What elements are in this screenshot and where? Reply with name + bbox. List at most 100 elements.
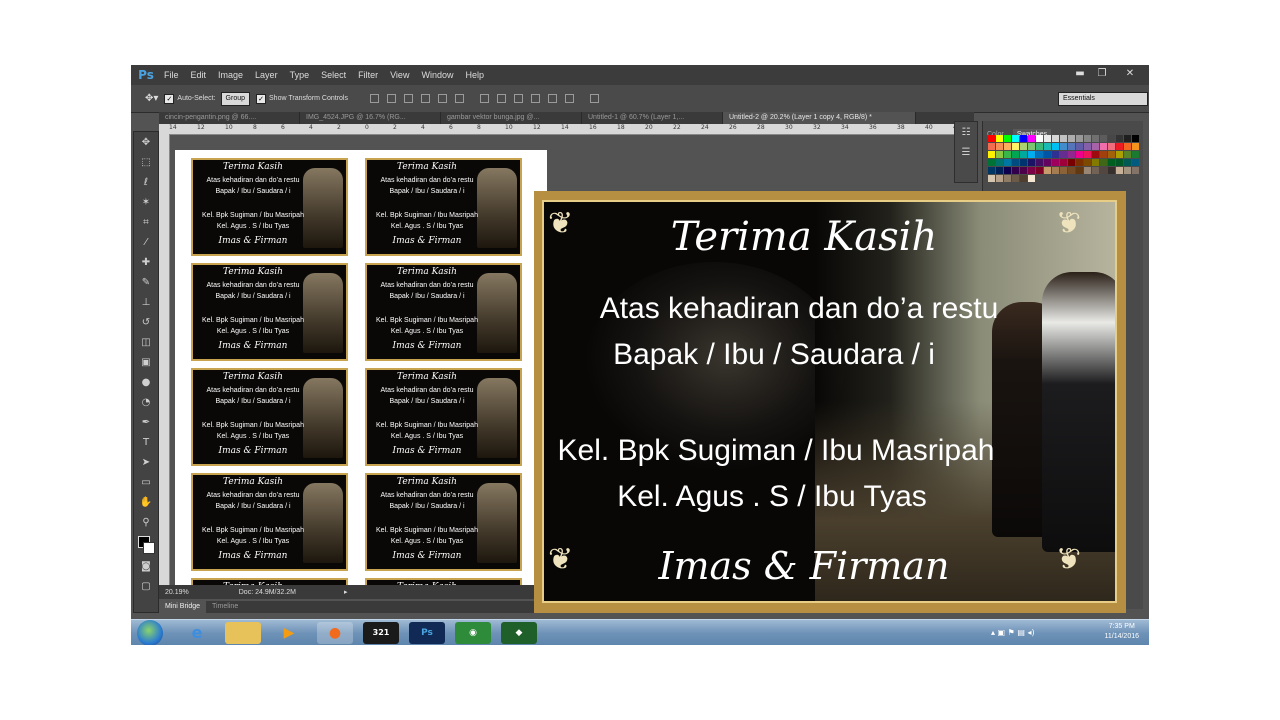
swatch[interactable]: [1036, 135, 1043, 142]
marquee-tool-icon[interactable]: ⬚: [136, 154, 156, 172]
swatch[interactable]: [1028, 143, 1035, 150]
screen-mode-icon[interactable]: ▢: [136, 578, 156, 596]
swatch[interactable]: [1108, 135, 1115, 142]
swatch[interactable]: [1060, 135, 1067, 142]
auto-align-icon[interactable]: [590, 94, 599, 103]
swatch[interactable]: [1108, 143, 1115, 150]
align-left-icon[interactable]: [421, 94, 430, 103]
swatch[interactable]: [1020, 159, 1027, 166]
brush-tool-icon[interactable]: ✎: [136, 274, 156, 292]
swatch[interactable]: [1084, 135, 1091, 142]
workspace-dropdown[interactable]: Essentials: [1058, 92, 1148, 106]
history-brush-tool-icon[interactable]: ↺: [136, 314, 156, 332]
swatch[interactable]: [1092, 135, 1099, 142]
align-bottom-icon[interactable]: [404, 94, 413, 103]
media-player-icon[interactable]: ▶: [271, 622, 307, 644]
swatch[interactable]: [1084, 151, 1091, 158]
swatch[interactable]: [1028, 175, 1035, 182]
swatch[interactable]: [1068, 159, 1075, 166]
swatch[interactable]: [996, 151, 1003, 158]
swatch[interactable]: [1044, 167, 1051, 174]
show-transform-checkbox[interactable]: ✓: [256, 93, 267, 104]
swatch[interactable]: [1004, 175, 1011, 182]
swatch[interactable]: [1044, 143, 1051, 150]
swatch[interactable]: [996, 135, 1003, 142]
swatch[interactable]: [1036, 151, 1043, 158]
restore-button[interactable]: ❐: [1091, 67, 1113, 81]
swatch[interactable]: [1124, 151, 1131, 158]
swatch[interactable]: [1084, 167, 1091, 174]
tab-cincin[interactable]: cincin-pengantin.png @ 66....: [159, 112, 300, 124]
swatch[interactable]: [1020, 167, 1027, 174]
swatch[interactable]: [1020, 175, 1027, 182]
swatch[interactable]: [1028, 135, 1035, 142]
swatch[interactable]: [1020, 135, 1027, 142]
swatch[interactable]: [1028, 151, 1035, 158]
swatch[interactable]: [988, 175, 995, 182]
swatch[interactable]: [1092, 159, 1099, 166]
swatch[interactable]: [1100, 151, 1107, 158]
document-canvas[interactable]: Terima Kasih Atas kehadiran dan do’a rest…: [175, 150, 547, 586]
app-icon[interactable]: ◆: [501, 622, 537, 644]
swatch[interactable]: [1116, 167, 1123, 174]
tray-icons[interactable]: ▴ ▣ ⚑ ▤ ◂): [991, 628, 1035, 637]
swatch[interactable]: [1012, 135, 1019, 142]
menu-select[interactable]: Select: [315, 70, 352, 80]
swatch[interactable]: [1052, 151, 1059, 158]
swatch[interactable]: [1068, 135, 1075, 142]
align-vcenter-icon[interactable]: [387, 94, 396, 103]
swatch[interactable]: [1132, 143, 1139, 150]
swatch[interactable]: [1116, 159, 1123, 166]
swatch[interactable]: [1068, 167, 1075, 174]
distribute-left-icon[interactable]: [531, 94, 540, 103]
swatch[interactable]: [1132, 151, 1139, 158]
swatch[interactable]: [1052, 167, 1059, 174]
swatch[interactable]: [1004, 151, 1011, 158]
swatch[interactable]: [1076, 167, 1083, 174]
swatch[interactable]: [1060, 143, 1067, 150]
swatch[interactable]: [1020, 151, 1027, 158]
swatch[interactable]: [1044, 135, 1051, 142]
swatch[interactable]: [1132, 159, 1139, 166]
eraser-tool-icon[interactable]: ◫: [136, 334, 156, 352]
menu-image[interactable]: Image: [212, 70, 249, 80]
quick-mask-icon[interactable]: ◙: [136, 558, 156, 576]
start-button[interactable]: [137, 620, 163, 645]
tab-gambar-vektor[interactable]: gambar vektor bunga.jpg @...: [441, 112, 582, 124]
firefox-icon[interactable]: ●: [317, 622, 353, 644]
swatch[interactable]: [996, 167, 1003, 174]
stamp-tool-icon[interactable]: ⊥: [136, 294, 156, 312]
photoshop-taskbar-icon[interactable]: Ps: [409, 622, 445, 644]
swatch[interactable]: [996, 175, 1003, 182]
swatch[interactable]: [1036, 143, 1043, 150]
distribute-bottom-icon[interactable]: [514, 94, 523, 103]
menu-help[interactable]: Help: [459, 70, 490, 80]
swatch[interactable]: [1092, 167, 1099, 174]
swatch[interactable]: [1116, 151, 1123, 158]
swatch[interactable]: [988, 151, 995, 158]
auto-select-dropdown[interactable]: Group: [220, 91, 251, 106]
swatch[interactable]: [1100, 159, 1107, 166]
swatch[interactable]: [1060, 167, 1067, 174]
ie-icon[interactable]: e: [179, 622, 215, 644]
magic-wand-tool-icon[interactable]: ✶: [136, 194, 156, 212]
swatch[interactable]: [1060, 151, 1067, 158]
align-hcenter-icon[interactable]: [438, 94, 447, 103]
distribute-right-icon[interactable]: [565, 94, 574, 103]
dodge-tool-icon[interactable]: ◔: [136, 394, 156, 412]
swatch[interactable]: [1036, 159, 1043, 166]
swatch[interactable]: [1084, 143, 1091, 150]
swatch[interactable]: [1076, 151, 1083, 158]
tab-untitled-1[interactable]: Untitled-1 @ 60.7% (Layer 1,...: [582, 112, 723, 124]
swatch[interactable]: [988, 159, 995, 166]
type-tool-icon[interactable]: T: [136, 434, 156, 452]
swatch[interactable]: [1020, 143, 1027, 150]
swatch[interactable]: [1012, 175, 1019, 182]
menu-layer[interactable]: Layer: [249, 70, 284, 80]
swatch[interactable]: [1084, 159, 1091, 166]
swatch[interactable]: [1100, 167, 1107, 174]
blur-tool-icon[interactable]: ●: [136, 374, 156, 392]
swatch[interactable]: [1044, 151, 1051, 158]
menu-edit[interactable]: Edit: [185, 70, 213, 80]
auto-select-checkbox[interactable]: ✓: [164, 93, 175, 104]
